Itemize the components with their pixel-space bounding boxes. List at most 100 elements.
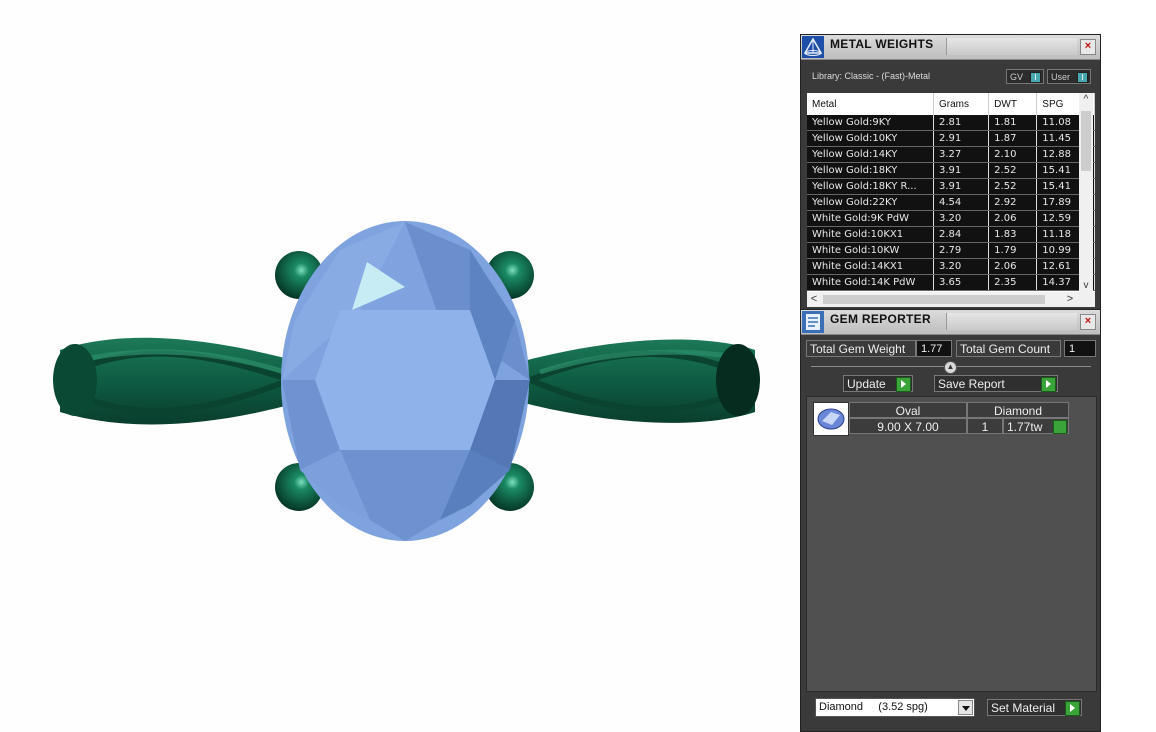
gem-count: 1 [967,418,1003,434]
table-row[interactable]: White Gold:14K PdW 3.65 2.35 14.37 [807,274,1095,291]
grams-cell: 3.20 [933,210,990,227]
gem-thumbnail[interactable] [813,402,849,436]
metal-cell: White Gold:9K PdW [807,210,935,227]
oval-gemstone [281,221,530,541]
total-gem-count-label: Total Gem Count [956,340,1061,357]
horizontal-scrollbar[interactable]: < > [807,292,1095,307]
scroll-right-icon[interactable]: > [1063,292,1077,307]
3d-viewport[interactable] [0,0,800,732]
material-select[interactable]: Diamond (3.52 spg) [815,698,975,717]
table-row[interactable]: Yellow Gold:18KY R... 3.91 2.52 15.41 [807,178,1095,195]
column-header-grams[interactable]: Grams [933,93,990,115]
dwt-cell: 1.81 [988,115,1038,131]
update-button[interactable]: Update [843,375,913,392]
dwt-cell: 2.35 [988,274,1038,291]
table-row[interactable]: Yellow Gold:18KY 3.91 2.52 15.41 [807,162,1095,179]
table-row[interactable]: Yellow Gold:22KY 4.54 2.92 17.89 [807,194,1095,211]
scroll-up-icon[interactable]: ^ [1079,93,1093,107]
gem-reporter-panel: GEM REPORTER × Total Gem Weight 1.77 Tot… [800,309,1101,732]
metal-cell: Yellow Gold:18KY R... [807,178,935,195]
gv-check-icon: I [1030,72,1041,83]
user-check-icon: I [1077,72,1088,83]
table-row[interactable]: White Gold:10KX1 2.84 1.83 11.18 [807,226,1095,243]
column-header-dwt[interactable]: DWT [988,93,1038,115]
column-header-metal[interactable]: Metal [807,93,935,115]
metal-table-header: Metal Grams DWT SPG [807,93,1095,115]
user-toggle[interactable]: User I [1047,69,1091,84]
report-icon [802,311,824,333]
table-row[interactable]: Yellow Gold:9KY 2.81 1.81 11.08 [807,115,1095,131]
total-gem-weight-label: Total Gem Weight [806,340,916,357]
close-icon[interactable]: × [1080,39,1096,55]
scale-icon [802,36,824,58]
horizontal-scroll-thumb[interactable] [823,295,1045,304]
gem-weight: 1.77tw [1007,420,1043,434]
metal-cell: White Gold:14KX1 [807,258,935,275]
metal-table-container: Metal Grams DWT SPG Yellow Gold:9KY 2.81 1… [807,93,1095,293]
ring-render [53,221,760,541]
gv-label: GV [1010,72,1024,82]
gem-size: 9.00 X 7.00 [849,418,967,434]
metal-cell: Yellow Gold:14KY [807,146,935,163]
grams-cell: 2.91 [933,130,990,147]
material-select-value: Diamond (3.52 spg) [819,701,928,713]
vertical-scrollbar[interactable]: ^ v [1079,93,1093,293]
gem-list: Oval Diamond 9.00 X 7.00 1 1.77tw [806,396,1097,692]
dwt-cell: 1.79 [988,242,1038,259]
scroll-down-icon[interactable]: v [1079,279,1093,293]
library-label: Library: Classic - (Fast)-Metal [812,71,931,81]
gv-toggle[interactable]: GV I [1006,69,1044,84]
metal-weights-panel: METAL WEIGHTS × Library: Classic - (Fast… [800,34,1101,310]
grams-cell: 3.20 [933,258,990,275]
play-arrow-icon [1053,420,1067,434]
grams-cell: 2.81 [933,115,990,131]
grams-cell: 3.91 [933,178,990,195]
vertical-scroll-thumb[interactable] [1081,111,1091,171]
grams-cell: 3.91 [933,162,990,179]
grams-cell: 2.79 [933,242,990,259]
table-row[interactable]: White Gold:14KX1 3.20 2.06 12.61 [807,258,1095,275]
table-row[interactable]: White Gold:10KW 2.79 1.79 10.99 [807,242,1095,259]
chevron-down-icon[interactable] [958,700,973,715]
gem-reporter-title: GEM REPORTER [830,312,931,326]
update-label: Update [847,377,886,391]
play-arrow-icon [896,377,911,392]
play-arrow-icon [1065,701,1080,716]
table-row[interactable]: Yellow Gold:14KY 3.27 2.10 12.88 [807,146,1095,163]
table-row[interactable]: Yellow Gold:10KY 2.91 1.87 11.45 [807,130,1095,147]
metal-cell: Yellow Gold:10KY [807,130,935,147]
dwt-cell: 2.52 [988,178,1038,195]
dwt-cell: 2.06 [988,210,1038,227]
dwt-cell: 2.92 [988,194,1038,211]
gem-weight-button[interactable]: 1.77tw [1003,418,1069,434]
dwt-cell: 1.87 [988,130,1038,147]
titlebar-grip[interactable] [946,313,1077,330]
gem-shape: Oval [849,402,967,418]
gem-material: Diamond [967,402,1069,418]
dwt-cell: 1.83 [988,226,1038,243]
scroll-left-icon[interactable]: < [807,292,821,307]
save-report-label: Save Report [938,377,1005,391]
save-report-button[interactable]: Save Report [934,375,1058,392]
grams-cell: 3.27 [933,146,990,163]
oval-gem-icon [817,408,845,430]
grams-cell: 4.54 [933,194,990,211]
titlebar-grip[interactable] [946,38,1077,55]
metal-cell: Yellow Gold:22KY [807,194,935,211]
metal-cell: White Gold:14K PdW [807,274,935,291]
metal-cell: Yellow Gold:9KY [807,115,935,131]
metal-cell: White Gold:10KX1 [807,226,935,243]
close-icon[interactable]: × [1080,314,1096,330]
metal-weights-title: METAL WEIGHTS [830,37,934,51]
metal-weights-titlebar[interactable]: METAL WEIGHTS × [801,35,1100,60]
total-gem-weight-value: 1.77 [916,340,952,357]
set-material-button[interactable]: Set Material [987,699,1082,716]
collapse-arrow-icon[interactable]: ▲ [944,361,957,374]
gem-reporter-titlebar[interactable]: GEM REPORTER × [801,310,1100,335]
grams-cell: 3.65 [933,274,990,291]
grams-cell: 2.84 [933,226,990,243]
metal-table: Metal Grams DWT SPG Yellow Gold:9KY 2.81 1… [807,93,1095,291]
metal-cell: White Gold:10KW [807,242,935,259]
table-row[interactable]: White Gold:9K PdW 3.20 2.06 12.59 [807,210,1095,227]
metal-cell: Yellow Gold:18KY [807,162,935,179]
